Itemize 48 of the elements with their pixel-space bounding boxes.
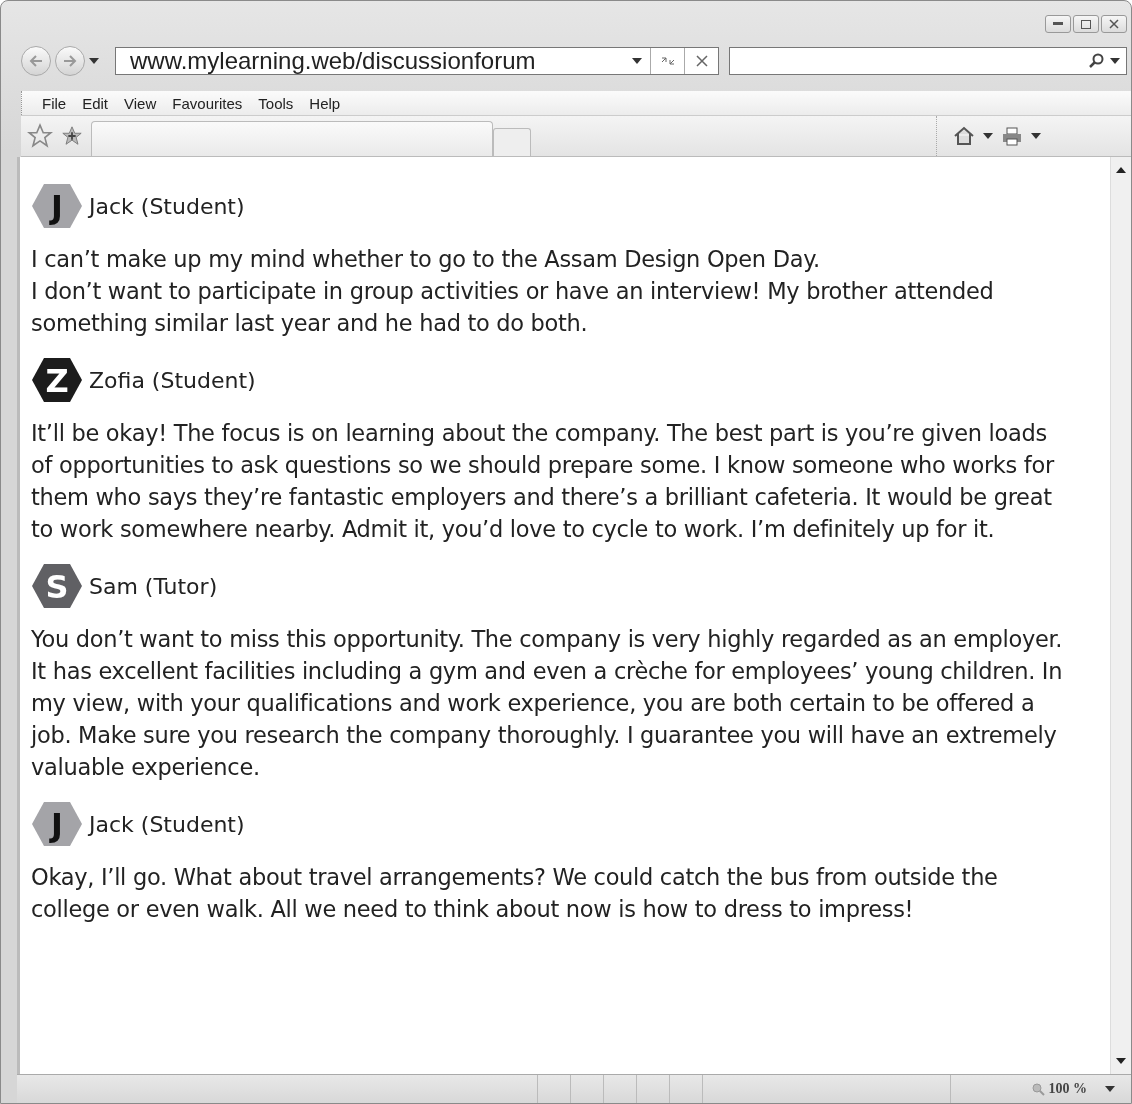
caret-icon (89, 58, 99, 64)
avatar-icon: Z (31, 357, 83, 403)
menu-item[interactable]: Edit (76, 94, 115, 112)
post-author: Sam (Tutor) (89, 573, 218, 599)
maximize-button[interactable] (1073, 15, 1099, 33)
close-icon (1109, 19, 1119, 29)
minimize-icon (1053, 22, 1063, 26)
zoom-button[interactable]: 100 % (949, 1075, 1131, 1103)
search-icon (1088, 53, 1104, 69)
menu-item[interactable]: View (118, 94, 163, 112)
menu-item[interactable]: Favourites (166, 94, 249, 112)
scroll-down-icon[interactable] (1116, 1058, 1126, 1064)
zoom-icon (1030, 1082, 1045, 1096)
star-icon[interactable] (27, 123, 53, 149)
home-icon[interactable] (953, 126, 975, 146)
menu-item[interactable]: File (36, 94, 73, 112)
avatar-icon: S (31, 563, 83, 609)
minimize-button[interactable] (1045, 15, 1071, 33)
caret-icon (983, 133, 993, 139)
caret-icon (1031, 133, 1041, 139)
caret-icon (632, 58, 642, 64)
add-favorite-icon[interactable] (61, 125, 83, 147)
avatar-icon: J (31, 183, 83, 229)
post-text: Okay, I’ll go. What about travel arrangements? We could catch the bus from outside the college or even walk. All we need to think about now is how to dress to impress! (31, 863, 999, 924)
post-text: It’ll be okay! The focus is on learning about the company. The best part is you’re given loads of opportunities to ask questions so we should prepare some. I know someone who works for them who says they’re fantastic employers and there’s a brilliant cafeteria. It would be great to work somewhere nearby. Admit it, you’d love to cycle to work. I’m definitely up for it. (31, 419, 1056, 544)
forward-arrow-icon (62, 54, 78, 68)
close-button[interactable] (1101, 15, 1127, 33)
menu-item[interactable]: Help (303, 94, 347, 112)
caret-icon (1105, 1086, 1115, 1092)
maximize-icon (1081, 19, 1091, 29)
stop-icon (694, 54, 709, 68)
address-field[interactable]: www.mylearning.web/discussionforum (115, 47, 719, 75)
post-text: I can’t make up my mind whether to go to the Assam Design Open Day. I don’t want to participate in group activities or have an interview! My brother attended something similar last year and he had to do both. (31, 245, 995, 338)
post-author: Jack (Student) (89, 811, 245, 837)
post-author: Jack (Student) (89, 193, 245, 219)
forward-button[interactable] (55, 46, 85, 76)
caret-icon (1110, 58, 1120, 64)
post-text: You don’t want to miss this opportunity. The company is very highly regarded as an employer. It has excellent facilities including a gym and even a crèche for employees’ young children. In my view, with your qualifications and work experience, you are both certain to be offered a job. Make sure you research the company thoroughly. I guarantee you will have an extremely valuable experience. (31, 625, 1064, 782)
avatar-icon: J (31, 801, 83, 847)
scrollbar[interactable] (1110, 157, 1131, 1074)
scroll-up-icon[interactable] (1116, 167, 1126, 173)
refresh-icon (659, 55, 676, 67)
back-arrow-icon (28, 54, 44, 68)
post-author: Zofia (Student) (89, 367, 256, 393)
print-icon[interactable] (1001, 126, 1023, 146)
search-field[interactable] (729, 47, 1127, 75)
menu-item[interactable]: Tools (252, 94, 300, 112)
back-button[interactable] (21, 46, 51, 76)
